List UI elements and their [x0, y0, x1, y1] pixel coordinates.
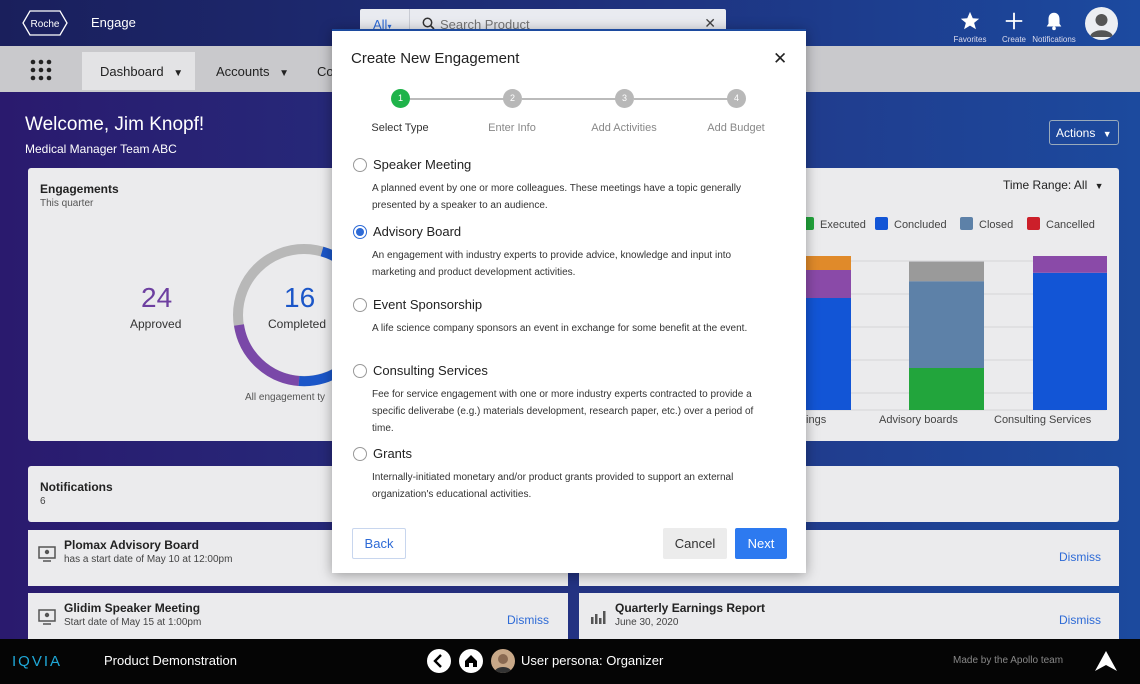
step-4-indicator: 4: [727, 89, 746, 108]
step-3-label: Add Activities: [591, 122, 657, 134]
radio-grants[interactable]: [353, 447, 367, 461]
option-title: Grants: [373, 446, 413, 461]
persona-label: User persona: Organizer: [521, 653, 664, 668]
option-title: Consulting Services: [373, 363, 488, 378]
option-description: Fee for service engagement with one or m…: [372, 389, 754, 434]
option-consulting-services[interactable]: Consulting Services Fee for service enga…: [353, 363, 783, 434]
footer-bar: IQVIA Product Demonstration User persona…: [0, 639, 1140, 684]
home-button[interactable]: [459, 649, 483, 673]
back-nav-button[interactable]: [427, 649, 451, 673]
chevron-left-icon: [433, 654, 442, 668]
step-4-label: Add Budget: [707, 122, 765, 134]
home-icon: [465, 655, 477, 667]
option-title: Advisory Board: [373, 224, 462, 239]
cancel-button[interactable]: Cancel: [663, 528, 727, 559]
step-connector: [522, 98, 617, 100]
step-1-indicator: 1: [391, 89, 410, 108]
option-title: Speaker Meeting: [373, 157, 472, 172]
made-by-label: Made by the Apollo team: [953, 655, 1064, 666]
persona-avatar: [491, 649, 515, 673]
stepper: 1 2 3 4 Select Type Enter Info Add Activ…: [352, 89, 786, 139]
step-1-label: Select Type: [371, 122, 429, 134]
step-2-indicator: 2: [503, 89, 522, 108]
product-demo-label: Product Demonstration: [104, 653, 237, 668]
apollo-logo-icon: [1095, 651, 1117, 671]
step-2-label: Enter Info: [488, 122, 536, 134]
radio-speaker-meeting[interactable]: [353, 158, 367, 172]
option-speaker-meeting[interactable]: Speaker Meeting A planned event by one o…: [353, 157, 783, 211]
option-grants[interactable]: Grants Internally-initiated monetary and…: [353, 446, 783, 500]
step-connector: [410, 98, 505, 100]
modal-title: Create New Engagement: [351, 50, 520, 67]
next-button[interactable]: Next: [735, 528, 787, 559]
option-event-sponsorship[interactable]: Event Sponsorship A life science company…: [353, 297, 783, 337]
back-button[interactable]: Back: [352, 528, 406, 559]
option-description: A planned event by one or more colleague…: [372, 183, 741, 211]
radio-event-sponsorship[interactable]: [353, 298, 367, 312]
option-title: Event Sponsorship: [373, 297, 483, 312]
iqvia-logo: IQVIA: [12, 653, 63, 670]
option-description: An engagement with industry experts to p…: [372, 250, 732, 278]
option-description: A life science company sponsors an event…: [372, 323, 748, 334]
option-description: Internally-initiated monetary and/or pro…: [372, 472, 734, 500]
option-advisory-board[interactable]: Advisory Board An engagement with indust…: [353, 224, 783, 278]
radio-consulting-services[interactable]: [353, 364, 367, 378]
create-engagement-modal: Create New Engagement ✕ 1 2 3 4 Select T…: [332, 29, 806, 573]
radio-advisory-board[interactable]: [353, 225, 367, 239]
close-icon[interactable]: ✕: [773, 49, 787, 69]
step-connector: [634, 98, 729, 100]
step-3-indicator: 3: [615, 89, 634, 108]
person-icon: [494, 654, 512, 673]
